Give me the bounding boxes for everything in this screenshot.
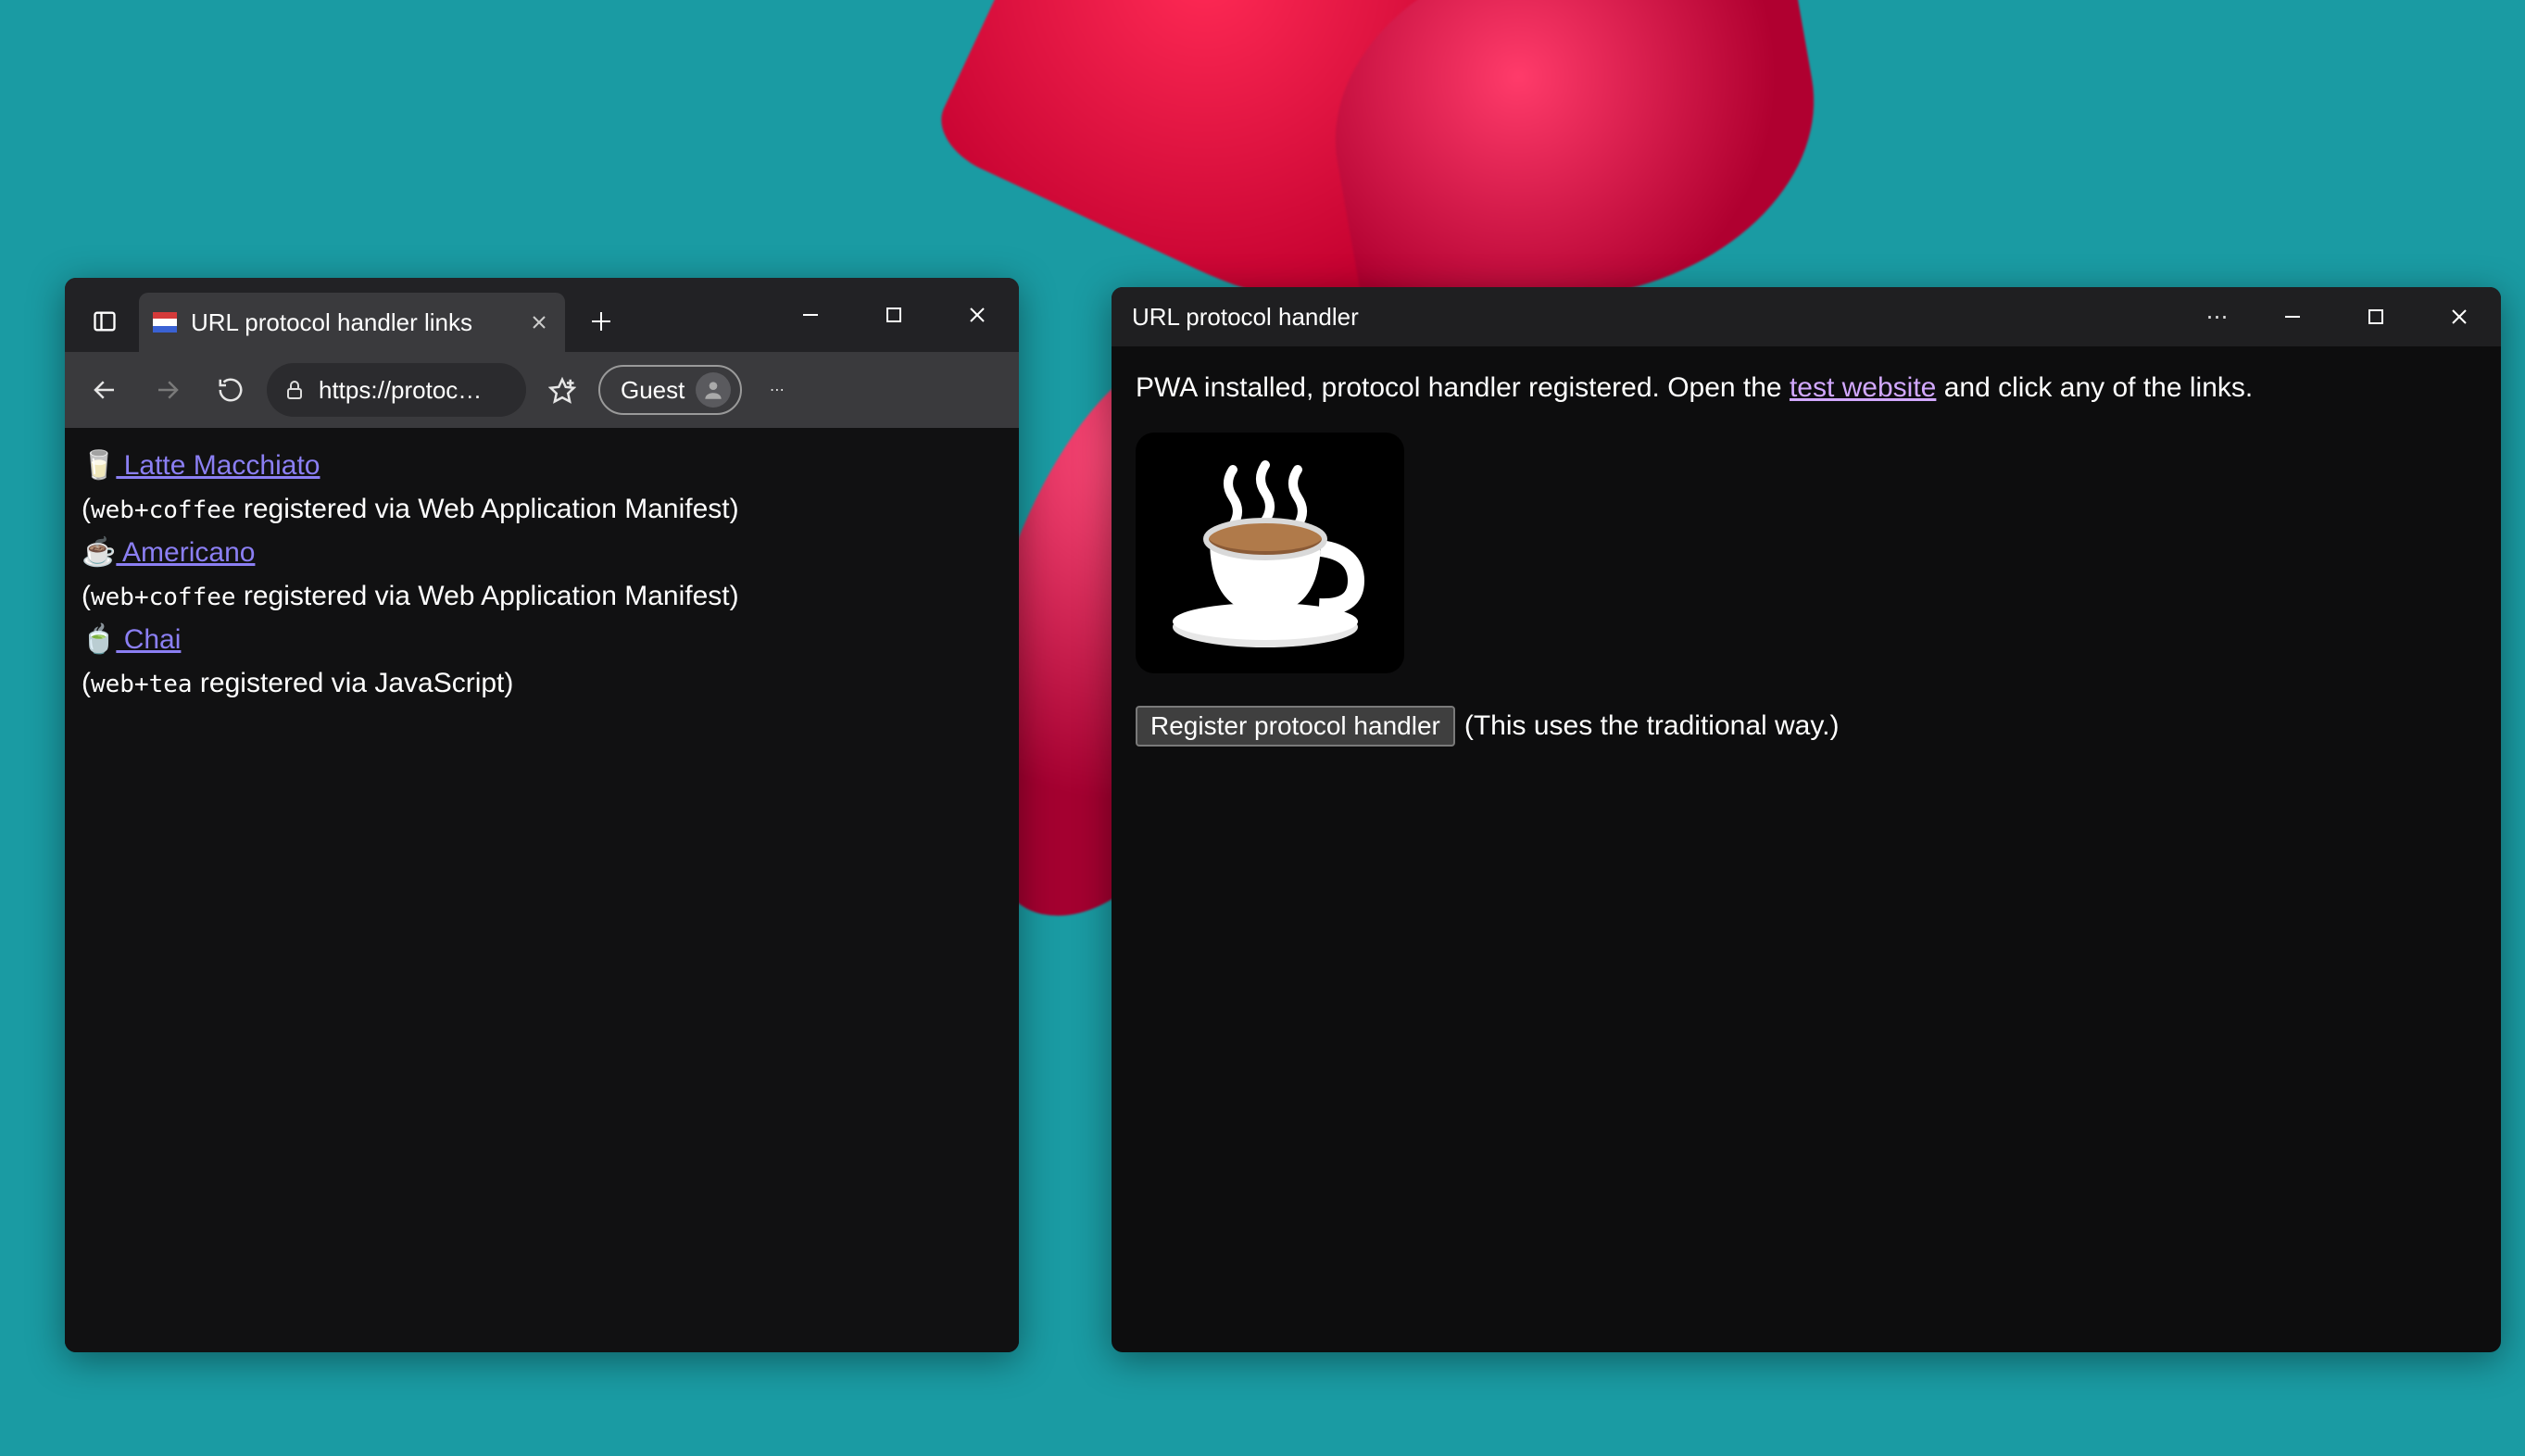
window-minimize-button[interactable] <box>769 282 852 347</box>
pwa-close-button[interactable] <box>2418 287 2501 346</box>
tab-close-button[interactable] <box>526 309 552 335</box>
coffee-cup-icon <box>1136 433 1404 673</box>
nav-forward-button[interactable] <box>141 363 195 417</box>
pwa-content: PWA installed, protocol handler register… <box>1112 346 2501 1352</box>
profile-button[interactable]: Guest <box>598 365 742 415</box>
drink-emoji-icon: ☕ <box>82 537 116 568</box>
favorites-button[interactable] <box>535 363 589 417</box>
tab-title: URL protocol handler links <box>191 308 513 337</box>
browser-titlebar: URL protocol handler links <box>65 278 1019 352</box>
pwa-body-prefix: PWA installed, protocol handler register… <box>1136 372 1790 403</box>
window-maximize-button[interactable] <box>852 282 936 347</box>
protocol-text: web+tea <box>91 671 193 698</box>
more-options-button[interactable]: ⋯ <box>751 363 805 417</box>
protocol-text: web+coffee <box>91 584 236 611</box>
pwa-maximize-button[interactable] <box>2334 287 2418 346</box>
link-americano[interactable]: Americano <box>116 537 255 568</box>
address-text: https://protoc… <box>319 376 509 405</box>
browser-toolbar: https://protoc… Guest ⋯ <box>65 352 1019 428</box>
pwa-window: URL protocol handler ⋯ PWA installed, pr… <box>1112 287 2501 1352</box>
tab-actions-button[interactable] <box>80 296 130 346</box>
profile-avatar-icon <box>696 372 731 408</box>
pwa-body-suffix: and click any of the links. <box>1936 372 2253 403</box>
pwa-title: URL protocol handler <box>1132 303 1359 332</box>
pwa-more-options-button[interactable]: ⋯ <box>2186 287 2251 346</box>
nav-back-button[interactable] <box>78 363 132 417</box>
lock-icon <box>283 379 306 401</box>
note-text: ( <box>82 668 91 698</box>
window-close-button[interactable] <box>936 282 1019 347</box>
wallpaper-petal <box>1307 0 1842 335</box>
drink-emoji-icon: 🥛 <box>82 450 116 481</box>
address-bar[interactable]: https://protoc… <box>267 363 526 417</box>
note-text: registered via Web Application Manifest) <box>236 494 739 524</box>
pwa-body-text: PWA installed, protocol handler register… <box>1136 367 2477 408</box>
new-tab-button[interactable] <box>578 298 624 345</box>
pwa-titlebar: URL protocol handler ⋯ <box>1112 287 2501 346</box>
browser-content: 🥛 Latte Macchiato (web+coffee registered… <box>65 428 1019 1352</box>
browser-window: URL protocol handler links <box>65 278 1019 1352</box>
link-latte-macchiato[interactable]: Latte Macchiato <box>116 450 320 481</box>
profile-label: Guest <box>621 376 685 405</box>
protocol-text: web+coffee <box>91 496 236 524</box>
note-text: registered via JavaScript) <box>193 668 514 698</box>
link-test-website[interactable]: test website <box>1790 372 1936 403</box>
note-text: ( <box>82 494 91 524</box>
tab-favicon <box>152 309 178 335</box>
pwa-minimize-button[interactable] <box>2251 287 2334 346</box>
note-text: registered via Web Application Manifest) <box>236 581 739 611</box>
link-chai[interactable]: Chai <box>116 624 181 655</box>
drink-emoji-icon: 🍵 <box>82 624 116 655</box>
register-note-text: (This uses the traditional way.) <box>1464 705 1840 747</box>
nav-refresh-button[interactable] <box>204 363 258 417</box>
browser-tab[interactable]: URL protocol handler links <box>139 293 565 352</box>
register-protocol-handler-button[interactable]: Register protocol handler <box>1136 706 1455 747</box>
note-text: ( <box>82 581 91 611</box>
